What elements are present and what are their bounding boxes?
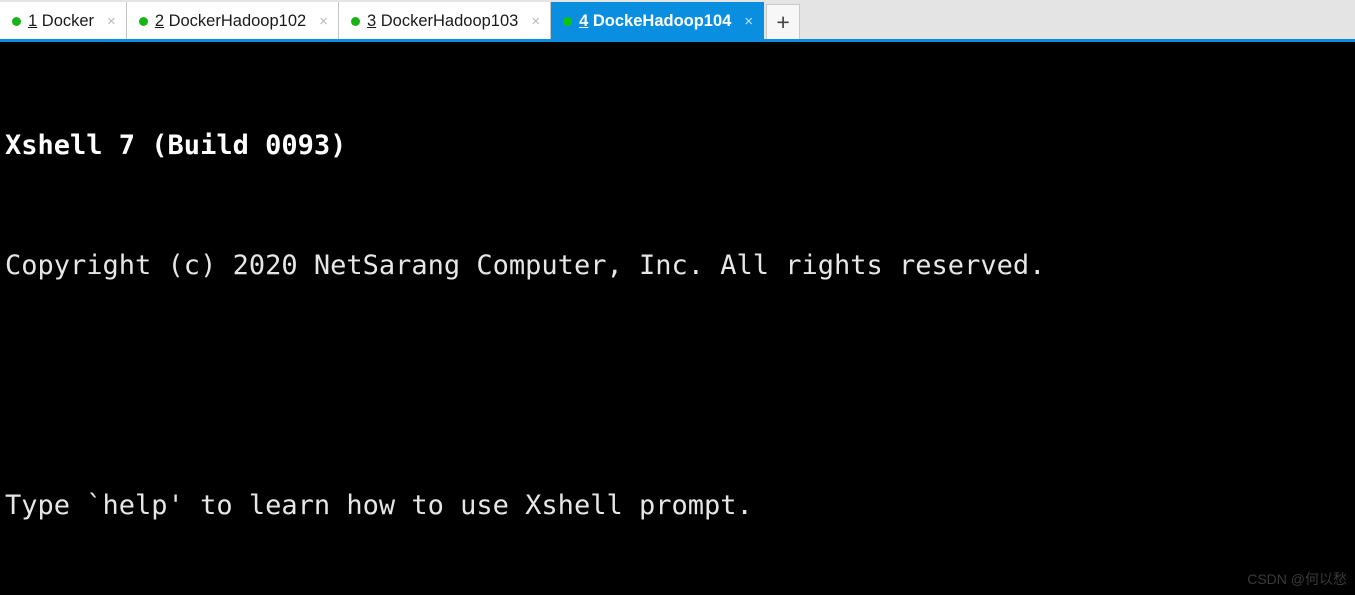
terminal-line-copyright: Copyright (c) 2020 NetSarang Computer, I…: [5, 250, 1046, 281]
tab-label: 3 DockerHadoop103: [367, 12, 518, 31]
tab-bar: 1 Docker × 2 DockerHadoop102 × 3 DockerH…: [0, 0, 1355, 42]
tab-title: DockeHadoop104: [592, 11, 732, 30]
connection-status-dot-icon: [350, 16, 360, 26]
tab-accelerator-index: 1: [28, 11, 38, 30]
connection-status-dot-icon: [138, 16, 148, 26]
terminal-line-banner-title: Xshell 7 (Build 0093): [5, 130, 347, 161]
new-tab-button[interactable]: +: [766, 4, 801, 40]
close-icon[interactable]: ×: [107, 14, 116, 29]
tab-label: 2 DockerHadoop102: [155, 12, 306, 31]
tab-strip: 1 Docker × 2 DockerHadoop102 × 3 DockerH…: [0, 2, 801, 40]
xshell-window: 1 Docker × 2 DockerHadoop102 × 3 DockerH…: [0, 0, 1355, 595]
watermark: CSDN @何以愁: [1247, 571, 1347, 587]
tab-title: DockerHadoop103: [380, 11, 519, 30]
close-icon[interactable]: ×: [744, 14, 753, 29]
tab-dockerhadoop102[interactable]: 2 DockerHadoop102 ×: [126, 2, 339, 40]
tab-dockerhadoop103[interactable]: 3 DockerHadoop103 ×: [338, 2, 552, 40]
tab-title: Docker: [41, 11, 95, 30]
tab-dockehadoop104[interactable]: 4 DockeHadoop104 ×: [551, 2, 765, 40]
tab-title: DockerHadoop102: [168, 11, 307, 30]
close-icon[interactable]: ×: [531, 14, 540, 29]
tab-label: 1 Docker: [28, 12, 94, 31]
tab-accelerator-index: 3: [366, 11, 377, 30]
close-icon[interactable]: ×: [319, 14, 328, 29]
terminal-line-help-hint: Type `help' to learn how to use Xshell p…: [5, 490, 753, 521]
tab-docker[interactable]: 1 Docker ×: [0, 2, 127, 40]
connection-status-dot-icon: [563, 16, 573, 26]
tab-accelerator-index: 4: [579, 11, 589, 30]
tab-accelerator-index: 2: [154, 11, 164, 30]
connection-status-dot-icon: [12, 16, 21, 26]
terminal-output[interactable]: Xshell 7 (Build 0093) Copyright (c) 2020…: [0, 42, 1355, 595]
tab-label: 4 DockeHadoop104: [579, 12, 731, 31]
